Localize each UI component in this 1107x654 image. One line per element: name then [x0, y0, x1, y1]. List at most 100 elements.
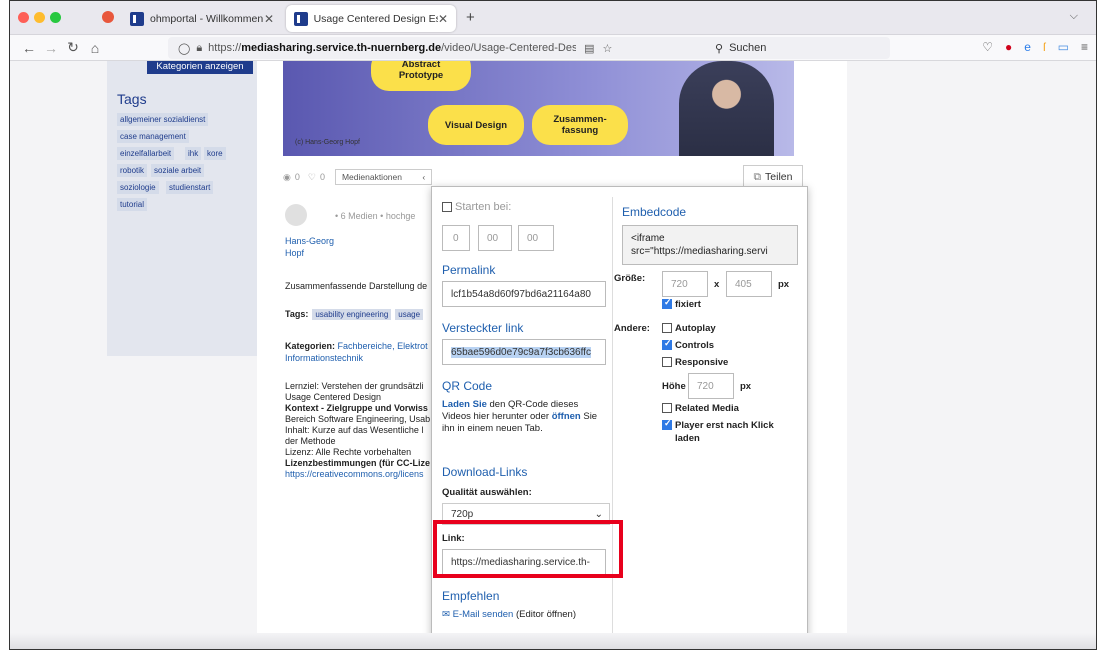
controls-checkbox[interactable]: Controls: [662, 338, 714, 351]
th-favicon-icon: [130, 11, 144, 26]
checkbox-checked-icon: [662, 338, 672, 351]
tag-link[interactable]: robotik: [117, 164, 148, 177]
tab-usage-centered[interactable]: Usage Centered Design Essentiı ✕: [286, 5, 456, 32]
extension-blue-icon[interactable]: ▭: [1058, 40, 1069, 54]
responsive-height-input[interactable]: 720: [688, 373, 734, 399]
embedcode-title: Embedcode: [622, 205, 687, 219]
tag-link[interactable]: allgemeiner sozialdienst: [117, 113, 209, 126]
start-minutes-input[interactable]: 00: [478, 225, 512, 251]
license-link[interactable]: https://creativecommons.org/licens: [285, 469, 435, 480]
autoplay-checkbox[interactable]: Autoplay: [662, 323, 716, 334]
qr-open-link[interactable]: öffnen: [552, 411, 581, 422]
tag-link[interactable]: einzelfallarbeit: [117, 147, 175, 160]
url-prefix: https://: [208, 42, 242, 54]
video-player[interactable]: Abstract Prototype Visual Design Zusamme…: [283, 61, 794, 156]
tag-link[interactable]: ihk: [185, 147, 202, 160]
start-at-label: Starten bei:: [455, 201, 512, 213]
recommend-title: Empfehlen: [442, 589, 500, 603]
extension-red-icon[interactable]: ●: [1005, 40, 1012, 54]
chevron-down-icon[interactable]: ⌵: [1070, 10, 1078, 23]
checkbox-checked-icon: [662, 418, 672, 431]
categories-row: Kategorien: Fachbereiche, Elektrot: [285, 341, 435, 352]
url-domain: mediasharing.service.th-nuernberg.de: [241, 42, 442, 54]
tag-pill[interactable]: usage: [395, 309, 424, 320]
tab-ohmportal[interactable]: ohmportal - Willkommen ✕: [122, 5, 282, 32]
lock-icon[interactable]: 🔒︎: [196, 42, 202, 55]
related-media-checkbox[interactable]: Related Media: [662, 403, 739, 414]
embedcode-textarea[interactable]: <iframe src="https://mediasharing.servi: [622, 225, 798, 265]
slide-box: Zusammen- fassung: [532, 105, 628, 145]
pocket-icon[interactable]: ♡: [982, 40, 993, 54]
autoplay-label: Autoplay: [675, 323, 716, 334]
qr-text: ihn in einem neuen Tab.: [442, 423, 543, 434]
height-input[interactable]: 405: [726, 271, 772, 297]
embed-line: src="https://mediasharing.servi: [631, 246, 768, 257]
hidden-link-value: 65bae596d0e79c9a7f3cb636ffc: [451, 346, 591, 358]
qr-code-title: QR Code: [442, 379, 493, 393]
tag-link[interactable]: soziologie: [117, 181, 159, 194]
views-count: 0: [294, 172, 300, 182]
author-link[interactable]: Hopf: [285, 248, 435, 259]
author-link[interactable]: Hans-Georg: [285, 236, 435, 247]
views-icon: ◉: [283, 171, 291, 182]
new-tab-icon[interactable]: +: [466, 9, 475, 26]
tag-link[interactable]: tutorial: [117, 198, 148, 211]
chevron-left-icon: ‹: [422, 172, 426, 182]
minimize-window-icon[interactable]: [34, 12, 45, 23]
home-icon[interactable]: ⌂: [84, 40, 106, 56]
description-line: Usage Centered Design: [285, 392, 382, 402]
email-row: ✉ E-Mail senden (Editor öffnen): [442, 609, 576, 620]
reader-view-icon[interactable]: ▤: [584, 42, 594, 55]
start-seconds-input[interactable]: 00: [518, 225, 554, 251]
highlight-box: [433, 520, 623, 578]
menu-icon[interactable]: ≡: [1081, 40, 1088, 54]
permalink-title: Permalink: [442, 263, 496, 277]
start-at-checkbox[interactable]: Starten bei:: [442, 201, 511, 213]
bookmark-star-icon[interactable]: ☆: [603, 42, 613, 55]
other-label: Andere:: [614, 323, 650, 334]
media-actions-button[interactable]: Medienaktionen ‹: [334, 169, 433, 185]
search-field[interactable]: ⚲ Suchen: [705, 37, 890, 59]
start-hours-input[interactable]: 0: [442, 225, 470, 251]
heart-icon[interactable]: ♡: [308, 172, 316, 183]
size-label: Größe:: [614, 273, 646, 284]
reload-icon[interactable]: ↻: [62, 39, 84, 56]
fixiert-label: fixiert: [675, 299, 701, 310]
email-send-link[interactable]: E-Mail senden: [453, 609, 514, 620]
tag-pill[interactable]: usability engineering: [312, 309, 392, 320]
close-tab-icon[interactable]: ✕: [264, 12, 274, 26]
url-path: /video/Usage-Centered-Design-Essentials/…: [441, 42, 577, 54]
tag-link[interactable]: kore: [204, 147, 226, 160]
categories-link[interactable]: Fachbereiche, Elektrot: [338, 341, 428, 351]
hidden-link-input[interactable]: 65bae596d0e79c9a7f3cb636ffc: [442, 339, 606, 365]
qr-download-link[interactable]: Laden Sie: [442, 399, 487, 410]
categories-button[interactable]: Kategorien anzeigen: [147, 61, 253, 74]
categories-link[interactable]: Informationstechnik: [285, 353, 435, 364]
player-click-checkbox[interactable]: Player erst nach Klick: [662, 418, 774, 431]
fixiert-checkbox[interactable]: fixiert: [662, 297, 701, 310]
tag-link[interactable]: case management: [117, 130, 189, 143]
tag-link[interactable]: soziale arbeit: [151, 164, 205, 177]
description-line: Lernziel: Verstehen der grundsätzli: [285, 381, 424, 391]
email-suffix: (Editor öffnen): [515, 609, 577, 620]
tag-link[interactable]: studienstart: [166, 181, 214, 194]
close-window-icon[interactable]: [18, 12, 29, 23]
responsive-checkbox[interactable]: Responsive: [662, 357, 728, 368]
permalink-input[interactable]: lcf1b54a8d60f97bd6a21164a80: [442, 281, 606, 307]
video-summary: Zusammenfassende Darstellung de: [285, 281, 428, 291]
slide-box: Visual Design: [428, 105, 524, 145]
width-input[interactable]: 720: [662, 271, 708, 297]
forward-icon[interactable]: →: [40, 40, 62, 56]
extension-orange-icon[interactable]: ſ: [1043, 40, 1046, 54]
close-tab-icon[interactable]: ✕: [438, 12, 448, 26]
avatar[interactable]: [285, 204, 307, 226]
maximize-window-icon[interactable]: [50, 12, 61, 23]
back-icon[interactable]: ←: [18, 40, 40, 56]
description-line: Lizenz: Alle Rechte vorbehalten: [285, 447, 412, 457]
tab-label: Usage Centered Design Essentiı: [313, 12, 438, 25]
edge-icon[interactable]: e: [1024, 40, 1031, 54]
shield-icon[interactable]: ◯: [178, 42, 190, 55]
sidebar: Kategorien anzeigen Tags allgemeiner soz…: [107, 61, 257, 356]
firefox-view-icon[interactable]: [102, 11, 114, 23]
slide-box: Abstract Prototype: [371, 61, 471, 91]
